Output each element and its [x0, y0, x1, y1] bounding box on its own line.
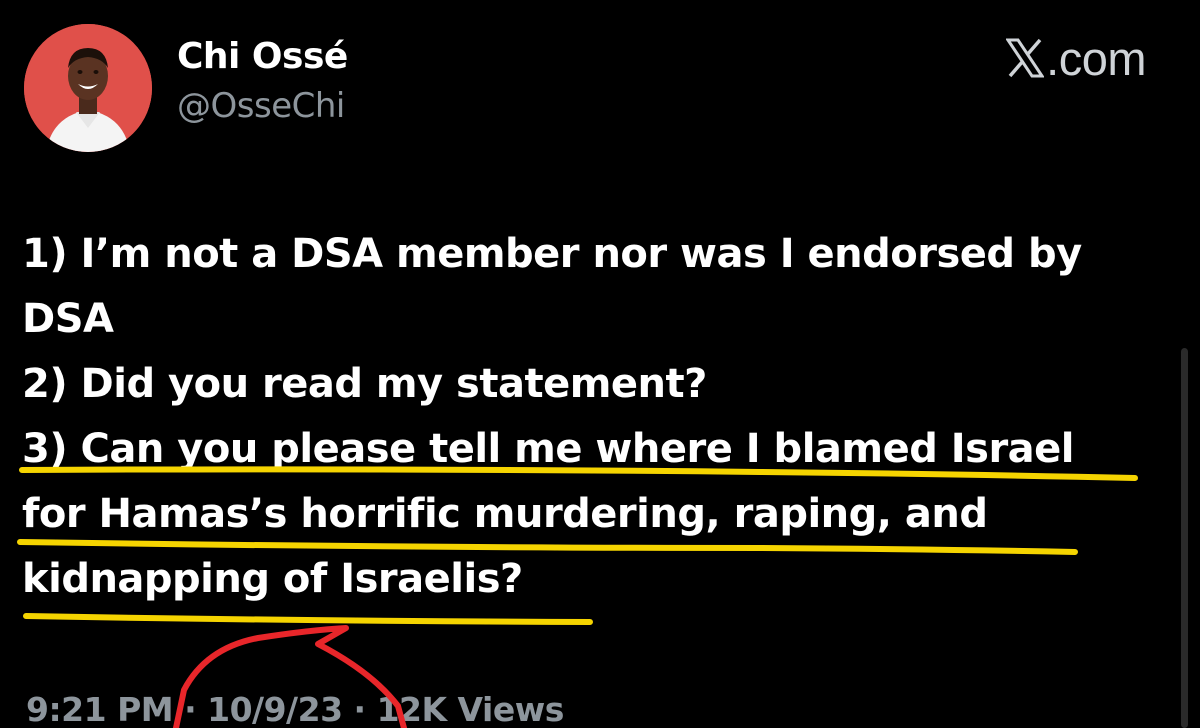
scrollbar[interactable]	[1181, 348, 1188, 728]
meta-separator: ·	[342, 690, 377, 728]
tweet-meta: 9:21 PM · 10/9/23 · 12K Views	[26, 690, 564, 728]
tweet-line: kidnapping of Israelis?	[22, 556, 523, 602]
views-label: Views	[446, 690, 565, 728]
tweet-time[interactable]: 9:21 PM	[26, 690, 174, 728]
brand-watermark: .com	[1006, 30, 1146, 86]
tweet-line: 2) Did you read my statement?	[22, 361, 707, 407]
tweet-line: for Hamas’s horrific murdering, raping, …	[22, 491, 988, 537]
meta-separator: ·	[173, 690, 208, 728]
profile-photo-icon	[24, 24, 152, 152]
avatar[interactable]	[24, 24, 152, 152]
tweet-line: 1) I’m not a DSA member nor was I endors…	[22, 231, 1082, 277]
author-display-name[interactable]: Chi Ossé	[177, 36, 348, 77]
tweet-line: 3) Can you please tell me where I blamed…	[22, 426, 1075, 472]
highlight-underline	[23, 613, 593, 625]
views-count: 12K	[376, 690, 448, 728]
tweet-line: DSA	[22, 296, 114, 342]
brand-label: .com	[1046, 31, 1146, 85]
tweet-text: 1) I’m not a DSA member nor was I endors…	[22, 222, 1162, 612]
author-handle[interactable]: @OsseChi	[177, 86, 345, 126]
tweet-date[interactable]: 10/9/23	[207, 690, 343, 728]
x-logo-icon	[1006, 38, 1045, 78]
